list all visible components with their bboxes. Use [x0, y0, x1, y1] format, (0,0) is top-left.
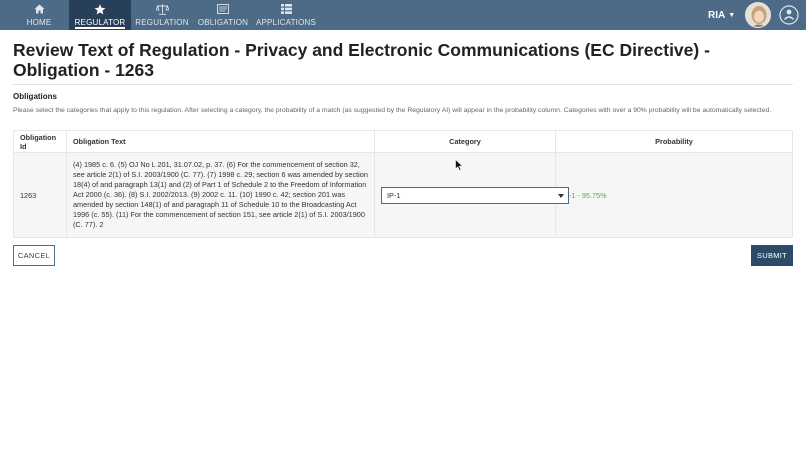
- nav-regulator[interactable]: REGULATOR: [69, 0, 131, 30]
- cancel-button[interactable]: CANCEL: [13, 245, 55, 266]
- nav-applications-label: APPLICATIONS: [255, 18, 317, 27]
- category-select-value: IP-1: [387, 190, 401, 200]
- grid-list-icon: [279, 3, 293, 15]
- category-select[interactable]: IP-1: [381, 186, 569, 204]
- nav-obligation[interactable]: OBLIGATION: [196, 0, 250, 30]
- title-divider: [13, 84, 793, 85]
- table-row: 1263 (4) 1985 c. 6. (5) OJ No L 201, 31.…: [13, 152, 793, 238]
- page-title: Review Text of Regulation - Privacy and …: [13, 40, 710, 80]
- nav-obligation-label: OBLIGATION: [197, 18, 249, 27]
- user-name: RIA: [708, 9, 726, 21]
- header-obligation-text: Obligation Text: [66, 130, 375, 153]
- obligation-id-cell: 1263: [13, 152, 67, 238]
- star-icon: [93, 3, 107, 15]
- top-navbar: HOME REGULATOR REGULATION OBLIGATION APP…: [0, 0, 806, 30]
- nav-home-label: HOME: [26, 18, 52, 27]
- section-heading: Obligations: [13, 92, 57, 101]
- avatar[interactable]: [745, 2, 771, 28]
- document-icon: [216, 3, 230, 15]
- chevron-down-icon: [558, 193, 564, 198]
- help-text: Please select the categories that apply …: [13, 107, 772, 114]
- header-obligation-id: Obligation Id: [13, 130, 67, 153]
- mouse-cursor-icon: [455, 158, 464, 171]
- nav-applications[interactable]: APPLICATIONS: [256, 0, 316, 30]
- caret-down-icon: ▼: [728, 11, 736, 19]
- assistant-bot-icon[interactable]: [779, 5, 799, 25]
- nav-regulation-label: REGULATION: [135, 18, 189, 27]
- nav-regulator-label: REGULATOR: [74, 18, 126, 27]
- obligations-table: Obligation Id Obligation Text Category P…: [13, 130, 793, 238]
- nav-home[interactable]: HOME: [20, 0, 58, 30]
- header-category: Category: [374, 130, 556, 153]
- user-menu[interactable]: RIA ▼: [708, 0, 735, 30]
- home-icon: [32, 3, 46, 15]
- submit-button[interactable]: SUBMIT: [751, 245, 793, 266]
- scales-icon: [155, 3, 169, 15]
- obligation-text-cell: (4) 1985 c. 6. (5) OJ No L 201, 31.07.02…: [66, 152, 375, 238]
- probability-cell: IP-1 - 95.75%: [555, 152, 793, 238]
- nav-regulation[interactable]: REGULATION: [134, 0, 190, 30]
- header-probability: Probability: [555, 130, 793, 153]
- category-cell: IP-1: [374, 152, 569, 238]
- table-header-row: Obligation Id Obligation Text Category P…: [13, 130, 793, 153]
